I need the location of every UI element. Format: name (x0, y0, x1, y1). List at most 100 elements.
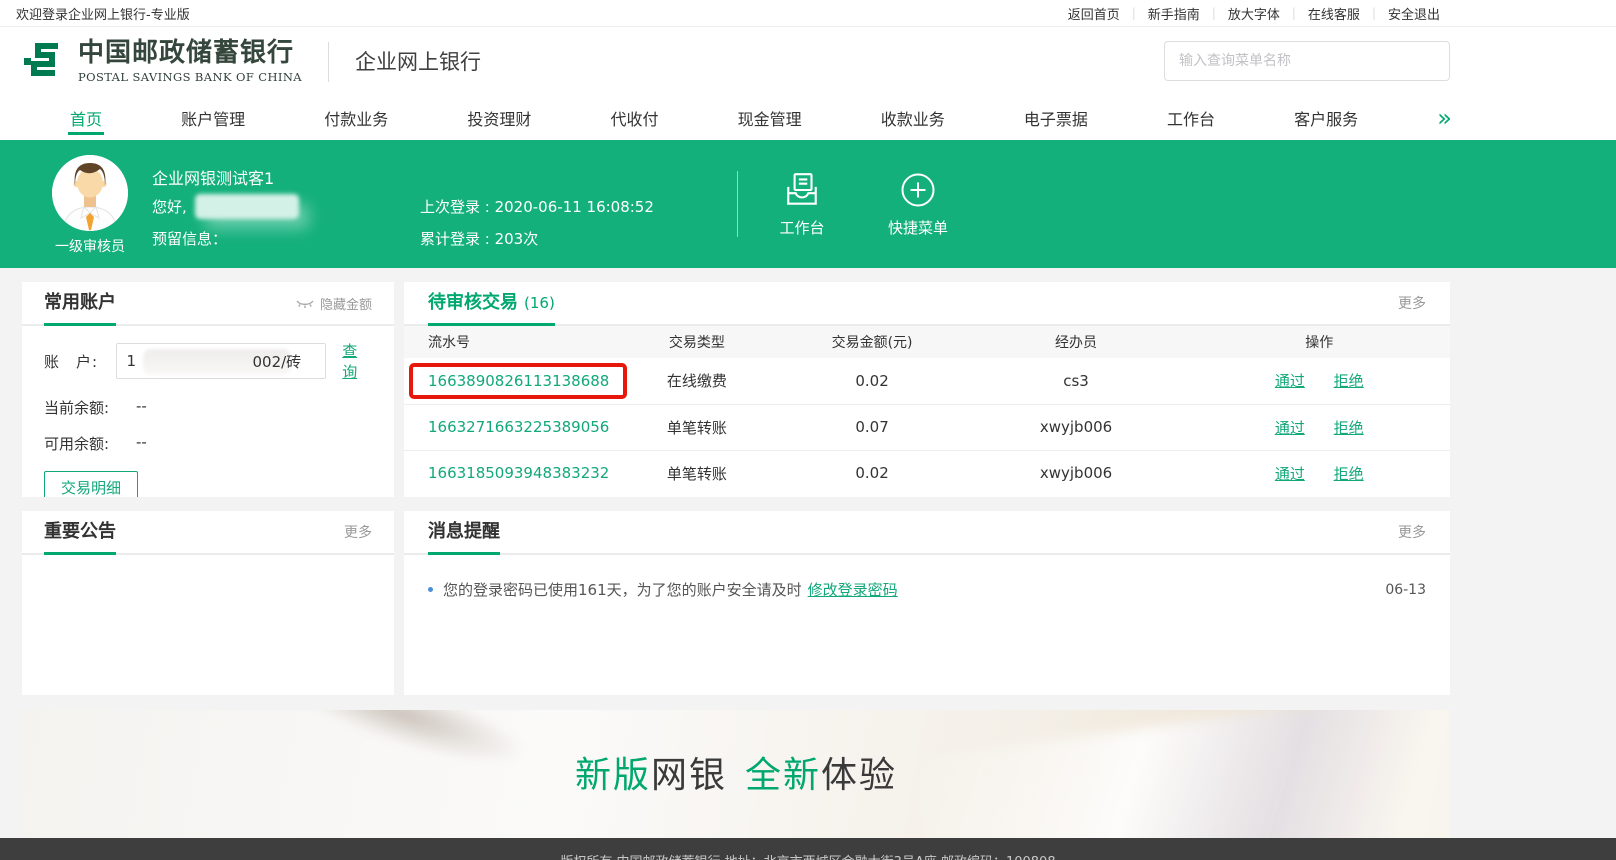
approve-link[interactable]: 通过 (1275, 419, 1305, 437)
approve-link[interactable]: 通过 (1275, 372, 1305, 390)
pending-review-panel: 待审核交易 (16) 更多 流水号 交易类型 交易金额(元) 经办员 操作 (404, 282, 1450, 497)
nav-item-cash-mgmt[interactable]: 现金管理 (738, 96, 802, 140)
approve-link[interactable]: 通过 (1275, 465, 1305, 483)
table-row: 1663271663225389056 单笔转账 0.07 xwyjb006 通… (404, 404, 1450, 450)
table-row: 1663185093948383232 单笔转账 0.02 xwyjb006 通… (404, 450, 1450, 496)
serial-link[interactable]: 1663185093948383232 (428, 464, 609, 482)
nav-item-payments[interactable]: 付款业务 (324, 96, 388, 140)
message-item: 您的登录密码已使用161天，为了您的账户安全请及时 修改登录密码 06-13 (428, 579, 1426, 600)
main-content: 常用账户 隐藏金额 账 户: 1 002/砖 (22, 282, 1450, 838)
query-link[interactable]: 查询 (342, 340, 372, 382)
promo-normal-1: 网银 (651, 755, 727, 796)
panel-title-pending: 待审核交易 (16) (428, 288, 555, 326)
account-select-input[interactable]: 1 002/砖 (116, 343, 327, 379)
serial-link[interactable]: 1663271663225389056 (428, 418, 609, 436)
last-login-text: 上次登录 : 2020-06-11 16:08:52 (420, 196, 654, 217)
nav-item-receivables[interactable]: 收款业务 (881, 96, 945, 140)
promo-slogan: 新版网银全新体验 (22, 746, 1450, 798)
txn-type: 单笔转账 (613, 450, 780, 496)
txn-operator: xwyjb006 (964, 404, 1189, 450)
available-balance-label: 可用余额: (44, 433, 136, 454)
promo-banner: 新版网银全新体验 (22, 710, 1450, 838)
available-balance-value: -- (136, 433, 147, 454)
reject-link[interactable]: 拒绝 (1334, 419, 1364, 437)
more-label: 更多 (344, 522, 372, 542)
footer: 版权所有 中国邮政储蓄银行 地址：北京市西城区金融大街3号A座 邮政编码：100… (0, 838, 1616, 860)
workbench-shortcut[interactable]: 工作台 (747, 170, 857, 238)
important-notices-panel: 重要公告 更多 (22, 511, 394, 695)
nav-expand-icon[interactable]: » (1437, 106, 1450, 130)
bullet-dot-icon (428, 587, 433, 592)
person-avatar-icon (52, 155, 128, 231)
col-operator: 经办员 (964, 326, 1189, 358)
promo-highlight-2: 全新 (745, 755, 821, 796)
welcome-text: 欢迎登录企业网上银行-专业版 (16, 4, 190, 23)
col-actions: 操作 (1188, 326, 1450, 358)
more-label: 更多 (1398, 293, 1426, 313)
plus-circle-icon (899, 171, 937, 209)
main-nav: 首页 账户管理 付款业务 投资理财 代收付 现金管理 收款业务 电子票据 工作台… (0, 96, 1616, 140)
reject-link[interactable]: 拒绝 (1334, 465, 1364, 483)
greeting-text: 您好, (152, 196, 187, 217)
workbench-icon (783, 171, 821, 209)
current-balance-value: -- (136, 397, 147, 418)
copyright-text: 版权所有 中国邮政储蓄银行 地址：北京市西城区金融大街3号A座 邮政编码：100… (560, 851, 1055, 860)
account-label: 账 户: (44, 351, 116, 372)
txn-type: 单笔转账 (613, 404, 780, 450)
promo-normal-2: 体验 (821, 755, 897, 796)
topbar: 欢迎登录企业网上银行-专业版 返回首页| 新手指南| 放大字体| 在线客服| 安… (0, 0, 1616, 27)
hide-amount-label: 隐藏金额 (320, 294, 372, 313)
redacted-username (195, 194, 299, 219)
total-login-text: 累计登录 : 203次 (420, 228, 538, 249)
nav-item-customer-service[interactable]: 客户服务 (1294, 96, 1358, 140)
hide-amount-toggle[interactable]: 隐藏金额 (296, 294, 372, 324)
user-role: 一级审核员 (28, 236, 152, 256)
brand: 中国邮政储蓄银行 POSTAL SAVINGS BANK OF CHINA 企业… (22, 39, 481, 85)
frequent-accounts-panel: 常用账户 隐藏金额 账 户: 1 002/砖 (22, 282, 394, 497)
banner-divider (737, 171, 738, 237)
account-number-suffix: 002/砖 (253, 351, 302, 372)
nav-item-investment[interactable]: 投资理财 (467, 96, 531, 140)
pending-count: (16) (524, 294, 555, 312)
nav-item-accounts[interactable]: 账户管理 (181, 96, 245, 140)
topbar-link-home[interactable]: 返回首页 (1056, 4, 1132, 23)
change-password-link[interactable]: 修改登录密码 (808, 579, 898, 600)
current-balance-label: 当前余额: (44, 397, 136, 418)
nav-item-workbench[interactable]: 工作台 (1167, 96, 1215, 140)
highlight-red-box: 1663890826113138688 (409, 363, 627, 399)
menu-search-input[interactable] (1164, 41, 1450, 81)
col-type: 交易类型 (613, 326, 780, 358)
avatar (52, 155, 128, 231)
txn-operator: cs3 (964, 358, 1189, 404)
pending-more[interactable]: 更多 (1398, 293, 1426, 324)
quickmenu-shortcut[interactable]: 快捷菜单 (863, 170, 973, 238)
txn-amount: 0.02 (781, 450, 964, 496)
txn-amount: 0.02 (781, 358, 964, 404)
reject-link[interactable]: 拒绝 (1334, 372, 1364, 390)
topbar-link-guide[interactable]: 新手指南 (1136, 4, 1212, 23)
product-title: 企业网上银行 (328, 42, 481, 82)
topbar-link-logout[interactable]: 安全退出 (1376, 4, 1452, 23)
greeting-row: 您好, (152, 194, 299, 219)
serial-link[interactable]: 1663890826113138688 (428, 372, 609, 390)
bank-name-en: POSTAL SAVINGS BANK OF CHINA (78, 70, 302, 84)
bank-name-cn: 中国邮政储蓄银行 (78, 40, 302, 66)
account-number-prefix: 1 (127, 352, 137, 370)
brand-text: 中国邮政储蓄银行 POSTAL SAVINGS BANK OF CHINA (78, 40, 302, 84)
table-row: 1663890826113138688 在线缴费 0.02 cs3 通过 拒绝 (404, 358, 1450, 404)
pending-transactions-table: 流水号 交易类型 交易金额(元) 经办员 操作 1663890826113138… (404, 326, 1450, 496)
nav-item-home[interactable]: 首页 (70, 96, 102, 140)
txn-operator: xwyjb006 (964, 450, 1189, 496)
transaction-detail-button[interactable]: 交易明细 (44, 471, 138, 497)
more-label: 更多 (1398, 522, 1426, 542)
col-amount: 交易金额(元) (781, 326, 964, 358)
pending-title-text: 待审核交易 (428, 288, 518, 314)
nav-item-collection-payment[interactable]: 代收付 (611, 96, 659, 140)
nav-item-e-bills[interactable]: 电子票据 (1024, 96, 1088, 140)
messages-more[interactable]: 更多 (1398, 522, 1426, 553)
notices-more[interactable]: 更多 (344, 522, 372, 553)
topbar-link-service[interactable]: 在线客服 (1296, 4, 1372, 23)
promo-highlight-1: 新版 (575, 755, 651, 796)
topbar-link-fontsize[interactable]: 放大字体 (1216, 4, 1292, 23)
panel-title-messages: 消息提醒 (428, 517, 500, 555)
